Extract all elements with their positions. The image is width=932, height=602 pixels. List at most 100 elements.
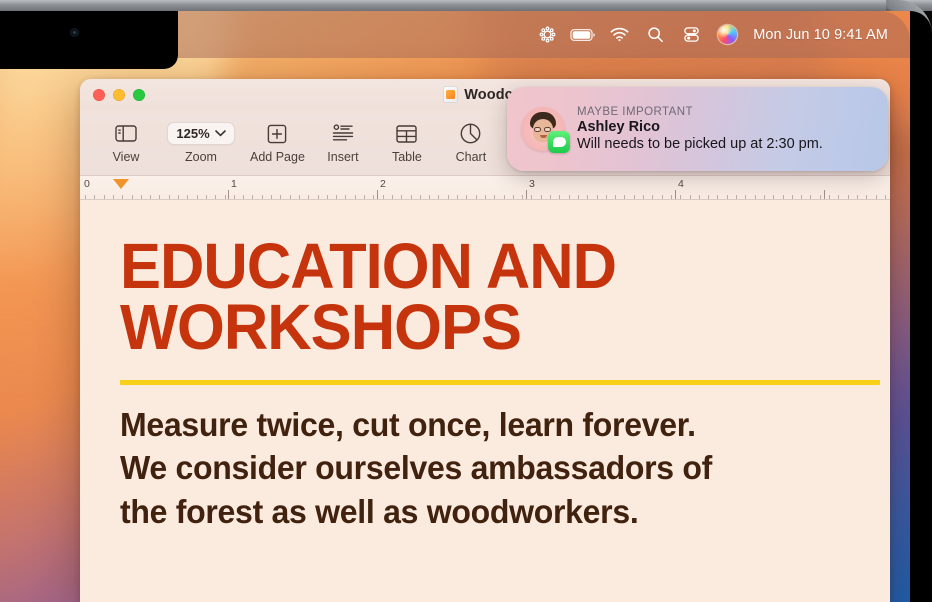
ruler-tick-minor (698, 195, 700, 199)
plus-square-icon (267, 122, 287, 146)
siri-settings-icon[interactable] (529, 20, 565, 50)
ruler-tick-minor (429, 195, 431, 199)
ruler-tick-minor (670, 195, 672, 199)
notification-sender: Ashley Rico (577, 119, 660, 135)
ruler-tick-minor (215, 195, 217, 199)
screen-bezel-right (910, 11, 932, 602)
ruler-tick-minor (243, 195, 245, 199)
ruler-tick-minor (289, 195, 291, 199)
memoji-glasses-left (534, 127, 541, 132)
insert-button[interactable]: Insert (311, 122, 375, 164)
ruler-tick-minor (773, 195, 775, 199)
ruler-tick-minor (754, 195, 756, 199)
sidebar-icon (115, 122, 137, 146)
body-line-1: Measure twice, cut once, learn forever. (120, 405, 696, 443)
ruler-tick-minor (847, 195, 849, 199)
ruler-tick-minor (531, 195, 533, 199)
ruler-tick-minor (624, 195, 626, 199)
ruler-tick-minor (866, 195, 868, 199)
heading-line-1: EDUCATION AND (120, 230, 617, 302)
insert-label: Insert (327, 149, 359, 164)
ruler-tick-minor (680, 195, 682, 199)
ruler-tick-minor (336, 195, 338, 199)
ruler-mark: 2 (380, 178, 386, 190)
ruler-tick-minor (159, 195, 161, 199)
ruler-tick-minor (373, 195, 375, 199)
ruler-tick-minor (308, 195, 310, 199)
ruler-tick-minor (438, 195, 440, 199)
ruler-tick-minor (810, 195, 812, 199)
ruler-tick-minor (596, 195, 598, 199)
menu-bar-clock[interactable]: Mon Jun 10 9:41 AM (753, 27, 888, 43)
ruler-tick-minor (457, 195, 458, 199)
heading-line-2: WORKSHOPS (120, 290, 522, 363)
view-label: View (112, 149, 140, 164)
table-icon (396, 122, 418, 146)
ruler-tick-minor (782, 195, 784, 199)
ruler-tick-minor (875, 195, 877, 199)
table-button[interactable]: Table (375, 122, 439, 164)
battery-icon[interactable] (565, 20, 601, 50)
ruler-tick-minor (494, 195, 496, 199)
wifi-icon[interactable] (601, 20, 637, 50)
add-page-button[interactable]: Add Page (244, 122, 311, 164)
ruler-tick-minor (884, 195, 886, 199)
ruler-tick-minor (736, 195, 737, 199)
ruler-tick-minor (587, 195, 589, 199)
ruler-tick-minor (150, 195, 152, 199)
ruler-tick-minor (577, 195, 579, 199)
avatar (521, 107, 570, 153)
notification-banner[interactable]: MAYBE IMPORTANT Ashley Rico Will needs t… (507, 87, 888, 171)
add-page-label: Add Page (250, 149, 305, 164)
ruler-tick-minor (819, 195, 821, 199)
indent-marker-icon[interactable] (113, 179, 129, 189)
zoom-popup-button[interactable]: 125% (167, 122, 235, 146)
ruler-tick-minor (633, 195, 635, 199)
ruler-tick-minor (652, 195, 654, 199)
camera-lens-dot (73, 31, 76, 34)
ruler-tick-minor (475, 195, 477, 199)
page-body-text: Measure twice, cut once, learn forever. … (120, 403, 828, 535)
ruler-tick-minor (540, 195, 542, 199)
ruler-tick-minor (187, 195, 189, 199)
ruler-tick-minor (568, 195, 570, 199)
document-canvas[interactable]: EDUCATION AND WORKSHOPS Measure twice, c… (80, 200, 890, 602)
ruler-tick-minor (94, 195, 96, 199)
laptop-screen-frame: Mon Jun 10 9:41 AM Woodcra View 125% Zoo… (0, 0, 932, 602)
notification-kicker: MAYBE IMPORTANT (577, 106, 694, 118)
control-center-icon[interactable] (673, 20, 709, 50)
ruler-tick-minor (643, 195, 644, 199)
ruler-tick-minor (689, 195, 691, 199)
view-button[interactable]: View (94, 122, 158, 164)
ruler-mark: 4 (678, 178, 684, 190)
ruler-tick-minor (224, 195, 226, 199)
body-line-2: We consider ourselves ambassadors of (120, 449, 713, 487)
ruler-tick-minor (354, 195, 356, 199)
ruler-tick-minor (745, 195, 747, 199)
ruler-tick-minor (559, 195, 561, 199)
ruler-tick-minor (838, 195, 840, 199)
ruler-tick-major (526, 190, 527, 199)
ruler-tick-major (228, 190, 229, 199)
document-ruler[interactable]: 0 1 2 3 4 (80, 176, 890, 200)
ruler-tick-minor (168, 195, 170, 199)
ruler-tick-minor (391, 195, 393, 199)
pie-chart-icon (460, 122, 481, 146)
chevron-down-icon (214, 130, 226, 137)
notification-message: Will needs to be picked up at 2:30 pm. (577, 136, 823, 152)
ruler-tick-minor (298, 195, 300, 199)
ruler-tick-minor (280, 195, 282, 199)
ruler-tick-minor (550, 195, 551, 199)
ruler-tick-minor (252, 195, 254, 199)
ruler-mark: 1 (231, 178, 237, 190)
search-icon[interactable] (637, 20, 673, 50)
ruler-tick-minor (522, 195, 524, 199)
ruler-tick-minor (726, 195, 728, 199)
chart-button[interactable]: Chart (439, 122, 503, 164)
menu-bar: Mon Jun 10 9:41 AM (178, 11, 910, 58)
table-label: Table (391, 149, 422, 164)
ruler-tick-minor (466, 195, 468, 199)
siri-orb-icon[interactable] (709, 20, 745, 50)
ruler-tick-minor (615, 195, 617, 199)
zoom-control[interactable]: 125% Zoom (158, 122, 244, 164)
